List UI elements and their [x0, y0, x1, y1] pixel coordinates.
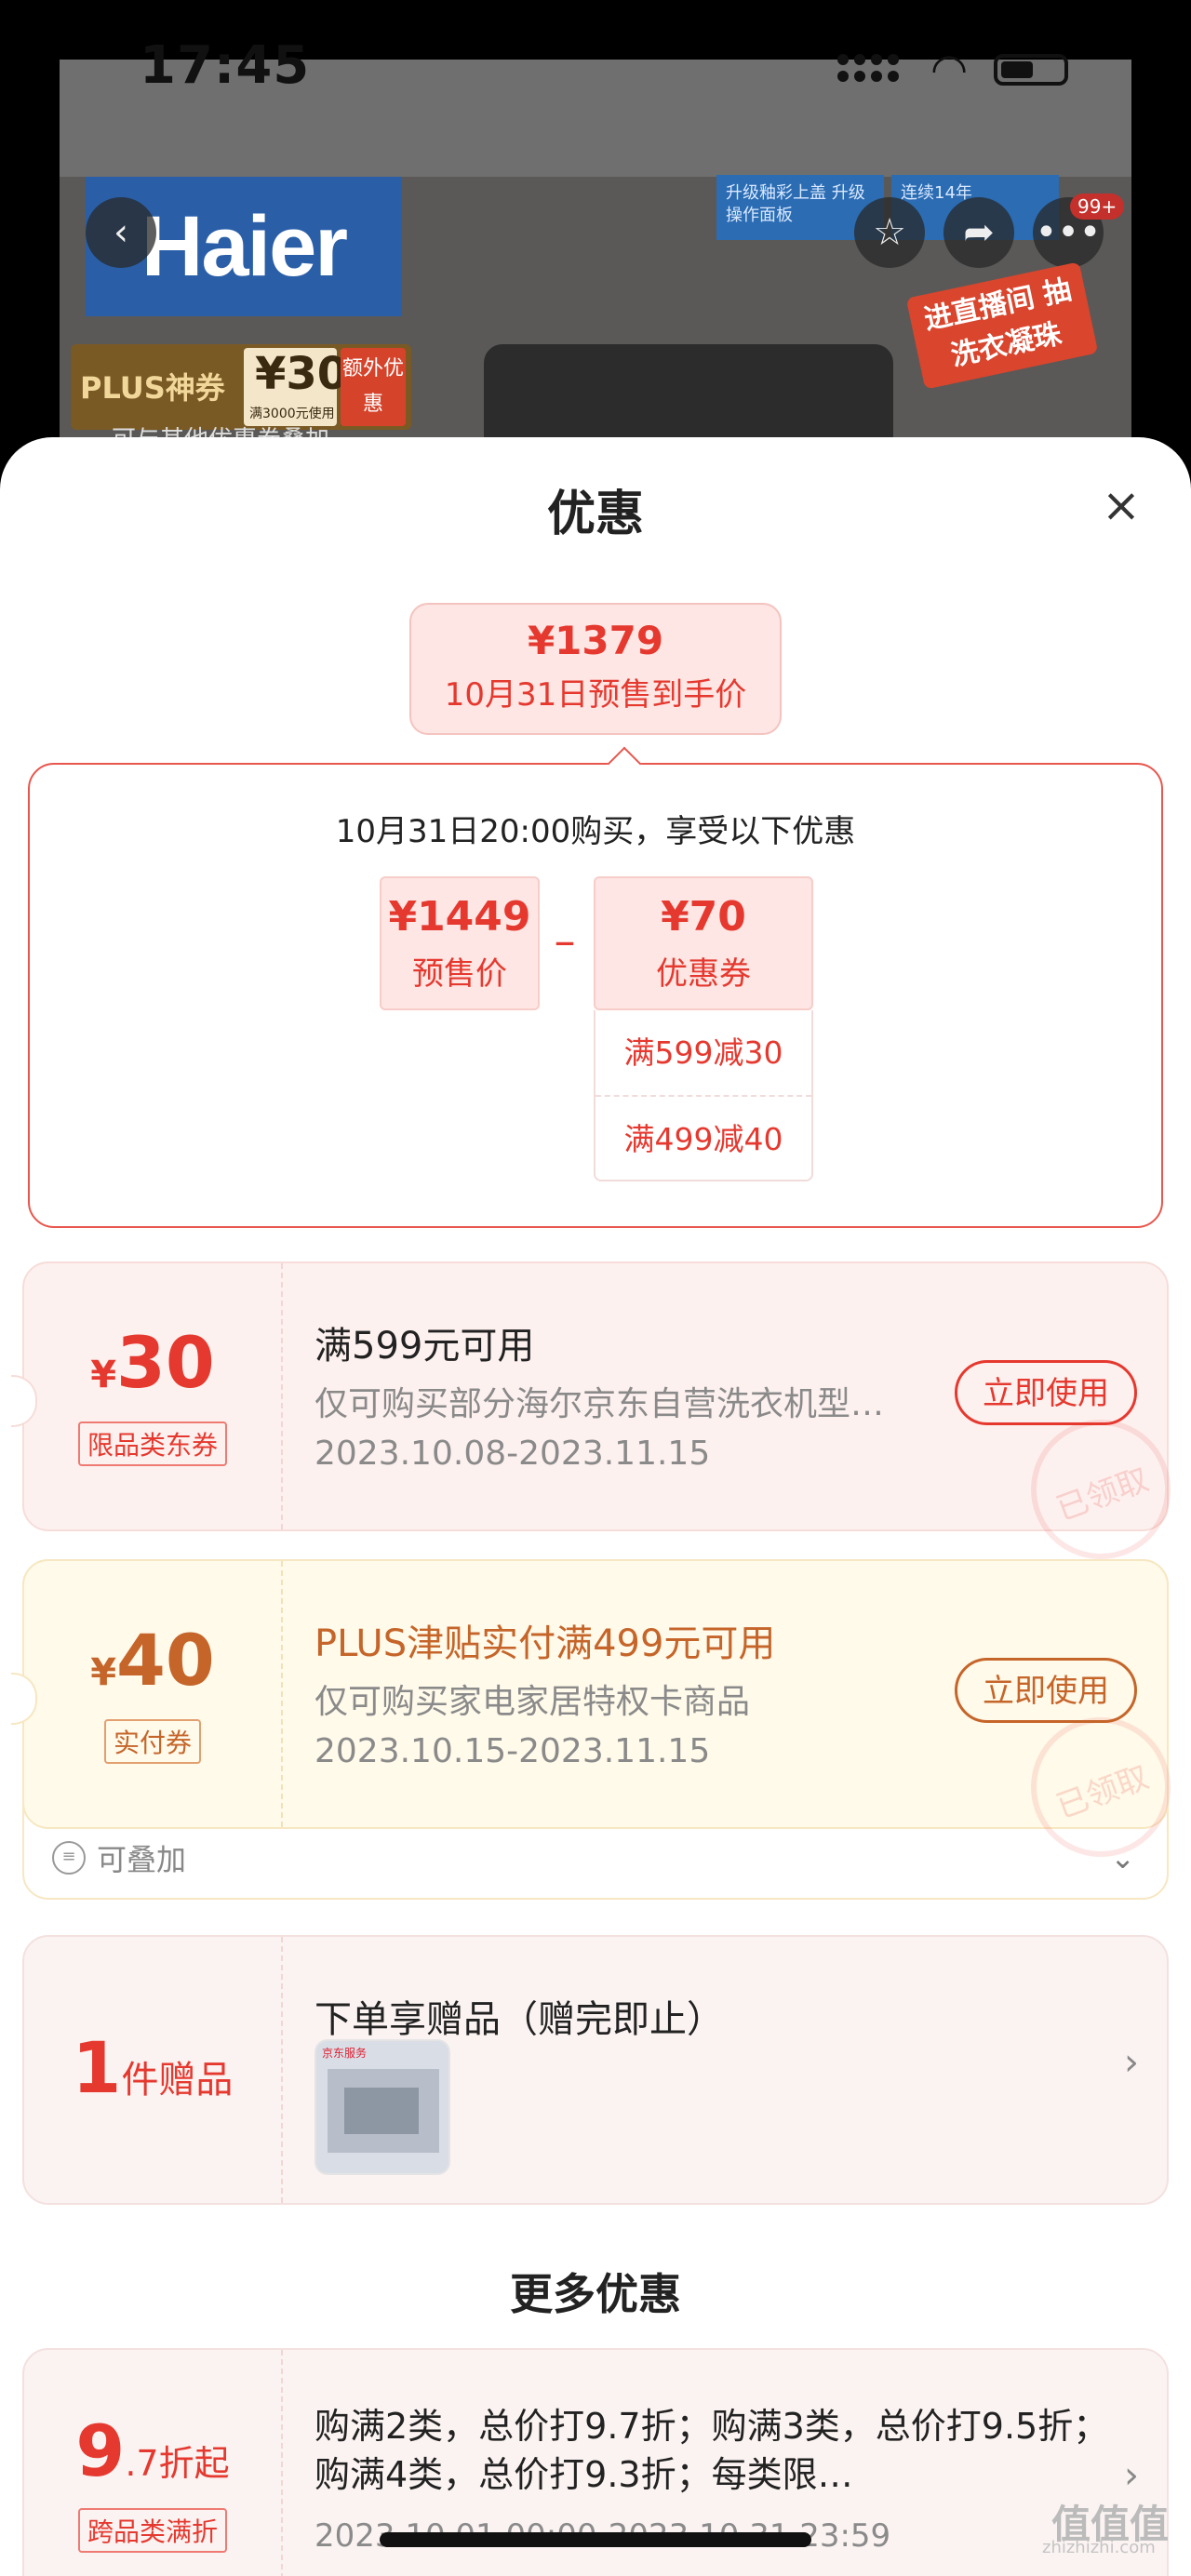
gift-image-furniture	[344, 2088, 419, 2134]
gift-thumbnail-tag: 京东服务	[322, 2047, 368, 2060]
gift-title: 下单享赠品（赠完即止）	[314, 1998, 724, 2041]
gift-card[interactable]: 1件赠品 下单享赠品（赠完即止） 京东服务 ›	[22, 1935, 1169, 2205]
minus-sign: –	[554, 915, 576, 966]
discount-value: 9.7折起	[24, 2409, 281, 2492]
discount-type-tag: 跨品类满折	[77, 2508, 228, 2553]
discount-small: .7折起	[125, 2443, 230, 2484]
claimed-stamp: 已领取	[1010, 1399, 1191, 1580]
final-price: ¥1379	[527, 618, 664, 663]
coupon-stub: ¥30 限品类东券	[24, 1263, 283, 1529]
plus-extra: 额外优惠	[341, 348, 406, 426]
gift-count-number: 1	[72, 2026, 122, 2109]
coupon-stub: ¥40 实付券	[24, 1561, 283, 1827]
status-time: 17:45	[140, 35, 311, 96]
currency-symbol: ¥	[90, 1651, 117, 1694]
coupon-validity: 2023.10.08-2023.11.15	[314, 1435, 711, 1473]
use-now-button[interactable]: 立即使用	[955, 1360, 1137, 1425]
coupon-type-tag: 实付券	[103, 1719, 202, 1764]
chevron-right-icon: ›	[1124, 2454, 1139, 2497]
message-count-badge: 99+	[1070, 194, 1125, 220]
more-offers-heading: 更多优惠	[510, 2269, 681, 2319]
coupon-rule: 满499减40	[596, 1095, 811, 1181]
close-icon: ×	[1102, 478, 1141, 532]
stackable-label: 可叠加	[97, 1842, 187, 1877]
coupon-amount: ¥30	[24, 1321, 281, 1404]
wifi-icon: ◠	[930, 44, 969, 94]
coupon-title: 满599元可用	[314, 1325, 535, 1368]
coupon-discount: ¥70	[661, 893, 746, 941]
use-now-button[interactable]: 立即使用	[955, 1658, 1137, 1723]
presale-label: 预售价	[412, 955, 507, 993]
site-watermark-url: zhizhizhi.com	[1042, 2538, 1156, 2557]
chevron-left-icon: ‹	[114, 211, 128, 254]
coupon-card: ¥30 限品类东券 满599元可用 仅可购买部分海尔京东自营洗衣机型… 2023…	[11, 1261, 1191, 1580]
status-icons: ◠	[837, 44, 1089, 94]
discount-big: 9	[75, 2409, 126, 2492]
close-button[interactable]: ×	[1098, 482, 1144, 528]
coupon-title: PLUS津贴实付满499元可用	[314, 1622, 776, 1665]
gift-stub: 1件赠品	[24, 1937, 283, 2203]
stackable-toggle[interactable]: ≡ 可叠加	[52, 1836, 186, 1879]
coupon-rules: 满599减30 满499减40	[594, 1010, 813, 1181]
product-page-background: 17:45 ◠ Haier 升级釉彩上盖 升级操作面板 连续14年 ‹ ☆ ➦ …	[0, 0, 1191, 487]
home-indicator[interactable]	[380, 2532, 811, 2547]
stack-icon: ≡	[52, 1841, 86, 1875]
gift-thumbnail[interactable]: 京东服务	[314, 2039, 450, 2175]
final-price-box: ¥1379 10月31日预售到手价	[409, 603, 782, 735]
signal-icon	[837, 54, 903, 87]
back-button[interactable]: ‹	[86, 197, 156, 268]
plus-label: PLUS神券	[80, 370, 225, 406]
plus-amount-box: ¥300 满3000元使用	[244, 348, 380, 426]
claimed-stamp: 已领取	[1010, 1697, 1191, 1877]
sheet-title: 优惠	[546, 487, 644, 542]
favorite-button[interactable]: ☆	[854, 197, 925, 268]
chevron-right-icon: ›	[1124, 2041, 1139, 2084]
calc-title: 10月31日20:00购买，享受以下优惠	[335, 813, 856, 850]
coupon-rule: 满599减30	[623, 1034, 783, 1071]
coupon-discount-cell: ¥70 优惠券	[594, 876, 813, 1010]
final-price-label: 10月31日预售到手价	[444, 676, 747, 714]
share-icon: ➦	[963, 211, 995, 254]
gift-count-unit: 件赠品	[121, 2059, 234, 2102]
coupon-description: 仅可购买家电家居特权卡商品	[314, 1683, 751, 1721]
coupon-card-body: ¥40 实付券 PLUS津贴实付满499元可用 仅可购买家电家居特权卡商品 20…	[11, 1559, 1191, 1877]
coupon-validity: 2023.10.15-2023.11.15	[314, 1732, 711, 1770]
coupon-type-tag: 限品类东券	[77, 1421, 228, 1466]
coupon-card-plus: ¥40 实付券 PLUS津贴实付满499元可用 仅可购买家电家居特权卡商品 20…	[11, 1559, 1191, 1900]
discount-rules: 购满2类，总价打9.7折；购满3类，总价打9.5折；购满4类，总价打9.3折；每…	[314, 2406, 1109, 2495]
presale-price: ¥1449	[388, 893, 531, 941]
calc-pointer	[607, 746, 642, 781]
plus-coupon-banner: PLUS神券 ¥300 满3000元使用 额外优惠	[71, 344, 411, 430]
plus-condition: 满3000元使用	[249, 407, 335, 421]
presale-price-cell: ¥1449 预售价	[380, 876, 540, 1010]
star-icon: ☆	[873, 211, 906, 254]
price-calculation: 10月31日20:00购买，享受以下优惠 ¥1449 预售价 – ¥70 优惠券…	[28, 746, 1163, 1228]
battery-icon	[994, 54, 1068, 86]
share-button[interactable]: ➦	[943, 197, 1014, 268]
offers-sheet: 优惠 × ¥1379 10月31日预售到手价 10月31日20:00购买，享受以…	[0, 437, 1191, 2576]
coupon-amount: ¥40	[24, 1619, 281, 1702]
coupon-value: 40	[116, 1619, 215, 1702]
currency-symbol: ¥	[90, 1354, 117, 1396]
chevron-down-icon[interactable]: ⌄	[1110, 1840, 1135, 1875]
gift-count: 1件赠品	[24, 2026, 281, 2109]
coupon-description: 仅可购买部分海尔京东自营洗衣机型…	[314, 1385, 885, 1423]
coupon-value: 30	[116, 1321, 215, 1404]
coupon-label: 优惠券	[656, 955, 751, 993]
more-offer-stub: 9.7折起 跨品类满折	[24, 2350, 283, 2576]
